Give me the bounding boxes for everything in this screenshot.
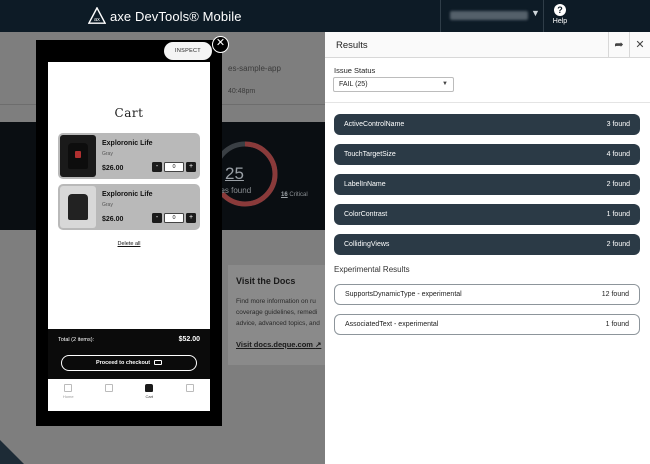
product-name: Exploronic Life	[102, 191, 153, 198]
decrement-button[interactable]: -	[152, 162, 162, 172]
cart-item[interactable]: Exploronic Life Gray $26.00 - 0 +	[58, 184, 200, 230]
checkout-button[interactable]: Proceed to checkout	[61, 355, 197, 371]
experimental-issue-row[interactable]: AssociatedText - experimental 1 found	[334, 314, 640, 335]
card-icon	[154, 360, 163, 366]
product-price: $26.00	[102, 165, 124, 172]
quantity-value[interactable]: 0	[164, 213, 184, 223]
docs-title: Visit the Docs	[236, 276, 296, 286]
increment-button[interactable]: +	[186, 213, 196, 223]
menu-icon	[185, 384, 194, 392]
inspect-button[interactable]: INSPECT	[164, 42, 212, 60]
help-label: Help	[552, 18, 568, 25]
issue-row[interactable]: LabelInName 2 found	[334, 174, 640, 195]
help-button[interactable]: ? Help	[548, 4, 572, 25]
issue-row[interactable]: ColorContrast 1 found	[334, 204, 640, 225]
tab-catalog[interactable]	[89, 379, 130, 411]
tab-home[interactable]: Home	[48, 379, 89, 411]
cart-item[interactable]: Exploronic Life Gray $26.00 - 0 +	[58, 133, 200, 179]
cart-title: Cart	[114, 106, 144, 120]
header-divider	[440, 0, 441, 32]
bag-icon	[145, 384, 154, 392]
critical-count[interactable]: 16 Critical	[281, 192, 308, 198]
product-price: $26.00	[102, 216, 124, 223]
external-link-icon: ↗	[315, 340, 322, 349]
total-label: Total (2 items):	[58, 337, 95, 343]
chevron-down-icon[interactable]: ▼	[531, 8, 540, 18]
experimental-issue-row[interactable]: SupportsDynamicType - experimental 12 fou…	[334, 284, 640, 305]
delete-all-link[interactable]: Delete all	[48, 241, 210, 247]
issues-count[interactable]: 25	[225, 164, 244, 184]
axe-logo-icon: ax	[88, 7, 106, 24]
device-screen: Cart Exploronic Life Gray $26.00 - 0 + E…	[48, 62, 210, 411]
close-icon[interactable]: ✕	[629, 32, 650, 58]
divider	[325, 102, 650, 103]
product-image	[60, 135, 96, 177]
decrement-button[interactable]: -	[152, 213, 162, 223]
results-header: Results ➦ ✕	[325, 32, 650, 58]
product-name: Exploronic Life	[102, 140, 153, 147]
app-title: axe DevTools® Mobile	[110, 8, 242, 24]
brand[interactable]: ax axe DevTools® Mobile	[88, 6, 242, 26]
tab-menu[interactable]	[170, 379, 211, 411]
tab-bar: Home Cart	[48, 379, 210, 411]
docs-body: Find more information on ru coverage gui…	[236, 298, 320, 327]
share-icon[interactable]: ➦	[608, 32, 629, 58]
issue-status-select[interactable]: FAIL (25) ▼	[333, 77, 454, 92]
issue-status-label: Issue Status	[334, 66, 376, 75]
experimental-results-title: Experimental Results	[334, 265, 410, 274]
svg-text:ax: ax	[94, 17, 100, 23]
product-image	[60, 186, 96, 228]
home-icon	[64, 384, 73, 392]
increment-button[interactable]: +	[186, 162, 196, 172]
results-panel: Results ➦ ✕ Issue Status FAIL (25) ▼ Act…	[325, 32, 650, 464]
project-name: es-sample-app	[228, 64, 281, 73]
total-value: $52.00	[178, 336, 200, 343]
quantity-value[interactable]: 0	[164, 162, 184, 172]
close-icon[interactable]: ✕	[212, 36, 229, 53]
issue-row[interactable]: TouchTargetSize 4 found	[334, 144, 640, 165]
help-icon: ?	[554, 4, 566, 16]
user-account-menu[interactable]	[450, 11, 528, 20]
issue-row[interactable]: ActiveControlName 3 found	[334, 114, 640, 135]
quantity-stepper: - 0 +	[152, 212, 196, 224]
checkout-panel: Total (2 items): $52.00 Proceed to check…	[48, 329, 210, 379]
product-color: Gray	[102, 202, 113, 208]
tab-cart[interactable]: Cart	[129, 379, 170, 411]
scan-time: 40:48pm	[228, 88, 256, 95]
header-divider	[543, 0, 544, 32]
results-title: Results	[336, 40, 368, 51]
product-color: Gray	[102, 151, 113, 157]
quantity-stepper: - 0 +	[152, 161, 196, 173]
chevron-down-icon: ▼	[442, 81, 448, 87]
top-bar: ax axe DevTools® Mobile ▼ ? Help	[0, 0, 650, 32]
issue-row[interactable]: CollidingViews 2 found	[334, 234, 640, 255]
docs-link[interactable]: Visit docs.deque.com ↗	[236, 340, 321, 349]
grid-icon	[104, 384, 113, 392]
